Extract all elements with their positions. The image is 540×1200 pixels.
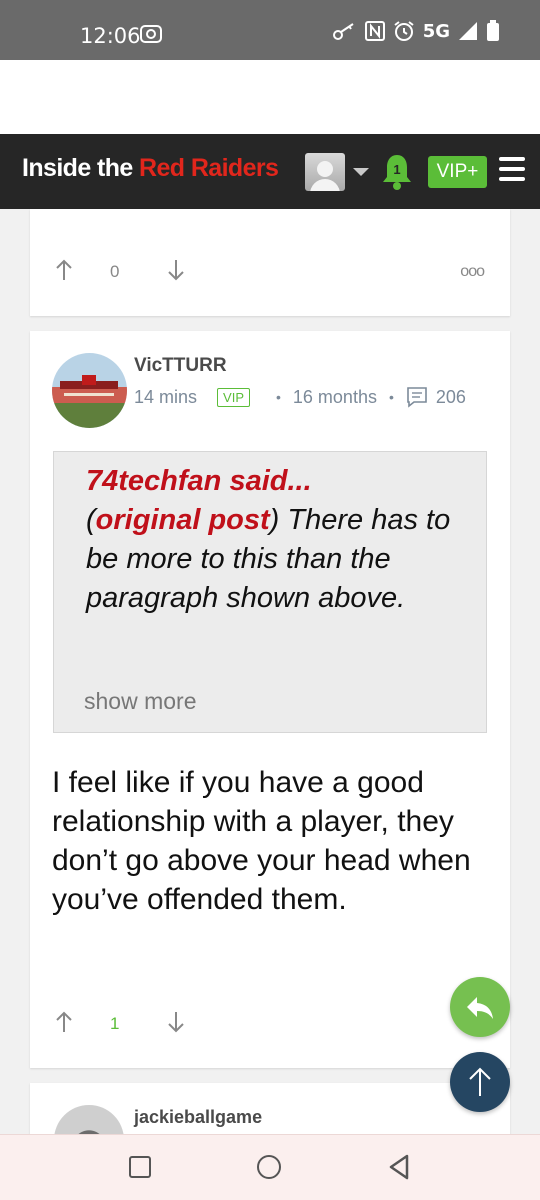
status-time: 12:06 — [80, 24, 141, 48]
reply-arrow-icon — [467, 997, 493, 1019]
vote-count: 0 — [110, 262, 120, 281]
post-meta: 14 mins VIP • 16 months • 206 — [134, 386, 466, 408]
post-username[interactable]: VicTTURR — [134, 355, 227, 377]
post-time: 14 mins — [134, 386, 198, 407]
screen-record-icon — [140, 25, 162, 43]
vip-badge: VIP — [217, 387, 250, 407]
separator-dot: • — [388, 389, 394, 405]
network-type: 5G — [422, 20, 450, 42]
post-count: 206 — [435, 386, 466, 407]
reply-button[interactable] — [450, 977, 510, 1037]
status-bar: 12:06 5G — [0, 0, 540, 60]
original-post-link[interactable]: original post — [96, 504, 270, 536]
battery-icon — [487, 20, 499, 41]
more-options-icon[interactable]: ooo — [460, 263, 485, 281]
home-icon[interactable] — [257, 1155, 281, 1179]
post-card-previous: 0 ooo — [30, 209, 510, 316]
show-more-link[interactable]: show more — [84, 688, 196, 715]
vip-plus-button[interactable]: VIP+ — [428, 156, 487, 188]
user-avatar[interactable] — [52, 353, 127, 428]
recent-apps-icon[interactable] — [129, 1156, 151, 1178]
logo-text-red: Red Raiders — [139, 154, 279, 182]
back-icon[interactable] — [388, 1154, 410, 1180]
hamburger-menu-icon[interactable] — [499, 157, 525, 183]
quote-paren-close: ) — [269, 504, 280, 536]
nfc-icon — [364, 21, 385, 41]
downvote-arrow-icon[interactable] — [168, 259, 184, 281]
quote-paren-open: ( — [86, 504, 96, 536]
chevron-down-icon[interactable] — [353, 168, 369, 176]
signal-icon — [459, 22, 477, 40]
arrow-up-icon — [469, 1067, 491, 1096]
separator-dot: • — [276, 389, 281, 405]
quote-text-block: 74techfan said... (original post) There … — [86, 462, 466, 618]
upvote-arrow-icon[interactable] — [56, 259, 72, 281]
upvote-arrow-icon[interactable] — [56, 1011, 72, 1033]
alarm-icon — [394, 21, 414, 41]
key-icon — [332, 23, 354, 40]
post-username[interactable]: jackieballgame — [134, 1107, 262, 1128]
vote-count: 1 — [110, 1014, 120, 1033]
post-body: I feel like if you have a good relations… — [52, 766, 471, 916]
downvote-arrow-icon[interactable] — [168, 1011, 184, 1033]
avatar-head-shape — [317, 161, 333, 177]
post-card: VicTTURR 14 mins VIP • 16 months • 206 7… — [30, 331, 510, 1068]
browser-blank-bar — [0, 60, 540, 134]
quote-author[interactable]: 74techfan said... — [86, 465, 312, 497]
quote-block: 74techfan said... (original post) There … — [53, 451, 487, 733]
scroll-to-top-button[interactable] — [450, 1052, 510, 1112]
user-avatar-button[interactable] — [305, 153, 345, 191]
logo-text-white: Inside the — [22, 154, 140, 182]
comment-icon — [407, 387, 427, 408]
member-duration: 16 months — [292, 386, 377, 407]
avatar-body-shape — [310, 179, 340, 191]
site-logo[interactable]: Inside the Red Raiders — [22, 154, 279, 183]
notification-count: 1 — [393, 162, 401, 177]
